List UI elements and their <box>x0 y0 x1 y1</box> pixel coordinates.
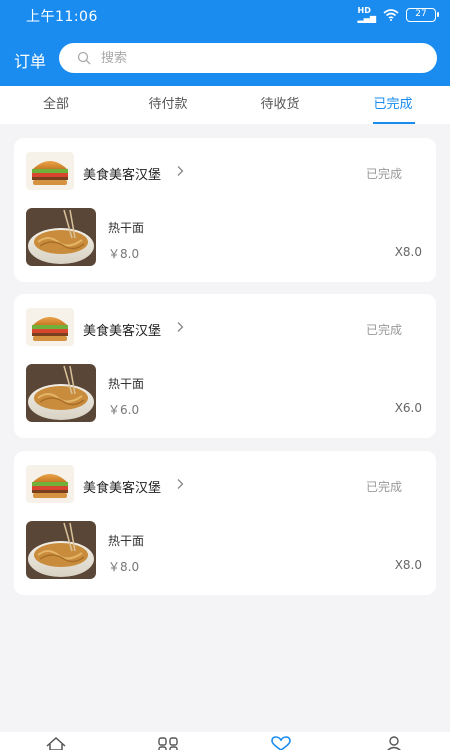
search-input[interactable] <box>101 48 421 68</box>
tab-pending-payment[interactable]: 待付款 <box>112 86 224 124</box>
bottom-nav <box>0 732 450 750</box>
food-quantity: X8.0 <box>394 245 422 259</box>
food-image <box>26 521 96 579</box>
wifi-icon <box>383 9 399 21</box>
chevron-right-icon[interactable] <box>174 321 186 333</box>
status-time: 上午11:06 <box>26 9 98 25</box>
tab-completed[interactable]: 已完成 <box>337 86 449 124</box>
shop-name[interactable]: 美食美客汉堡 <box>83 477 161 496</box>
food-price: ￥8.0 <box>108 247 140 261</box>
chevron-right-icon[interactable] <box>174 478 186 490</box>
food-quantity: X8.0 <box>394 558 422 572</box>
shop-image <box>26 465 74 503</box>
order-status: 已完成 <box>366 323 403 337</box>
status-bar: 上午11:06 HD ▂▄▆ 27 <box>0 0 450 30</box>
order-card[interactable]: 美食美客汉堡 已完成 热干面 ￥8.0 X8.0 <box>14 451 436 595</box>
food-image <box>26 364 96 422</box>
shop-name[interactable]: 美食美客汉堡 <box>83 320 161 339</box>
category-icon[interactable] <box>157 736 179 750</box>
food-quantity: X6.0 <box>394 401 422 415</box>
status-icons: HD ▂▄▆ 27 <box>357 6 439 23</box>
food-price: ￥8.0 <box>108 560 140 574</box>
tab-all[interactable]: 全部 <box>0 86 112 124</box>
food-name: 热干面 <box>108 377 145 391</box>
home-icon[interactable] <box>45 736 67 750</box>
order-status: 已完成 <box>366 480 403 494</box>
food-name: 热干面 <box>108 221 145 235</box>
user-icon[interactable] <box>383 736 405 750</box>
order-tabs: 全部 待付款 待收货 已完成 <box>0 86 450 124</box>
search-icon <box>77 51 91 65</box>
heart-icon[interactable] <box>270 736 292 750</box>
tab-pending-receipt[interactable]: 待收货 <box>224 86 336 124</box>
food-price: ￥6.0 <box>108 403 140 417</box>
shop-name[interactable]: 美食美客汉堡 <box>83 164 161 183</box>
shop-image <box>26 152 74 190</box>
order-card[interactable]: 美食美客汉堡 已完成 热干面 ￥6.0 X6.0 <box>14 294 436 438</box>
food-name: 热干面 <box>108 534 145 548</box>
order-card[interactable]: 美食美客汉堡 已完成 热干面 ￥8.0 X8.0 <box>14 138 436 282</box>
signal-icon: HD ▂▄▆ <box>357 6 376 23</box>
chevron-right-icon[interactable] <box>174 165 186 177</box>
page-title: 订单 <box>14 52 47 71</box>
search-bar[interactable] <box>59 43 437 73</box>
battery-icon: 27 <box>406 8 439 22</box>
order-status: 已完成 <box>366 167 403 181</box>
shop-image <box>26 308 74 346</box>
food-image <box>26 208 96 266</box>
